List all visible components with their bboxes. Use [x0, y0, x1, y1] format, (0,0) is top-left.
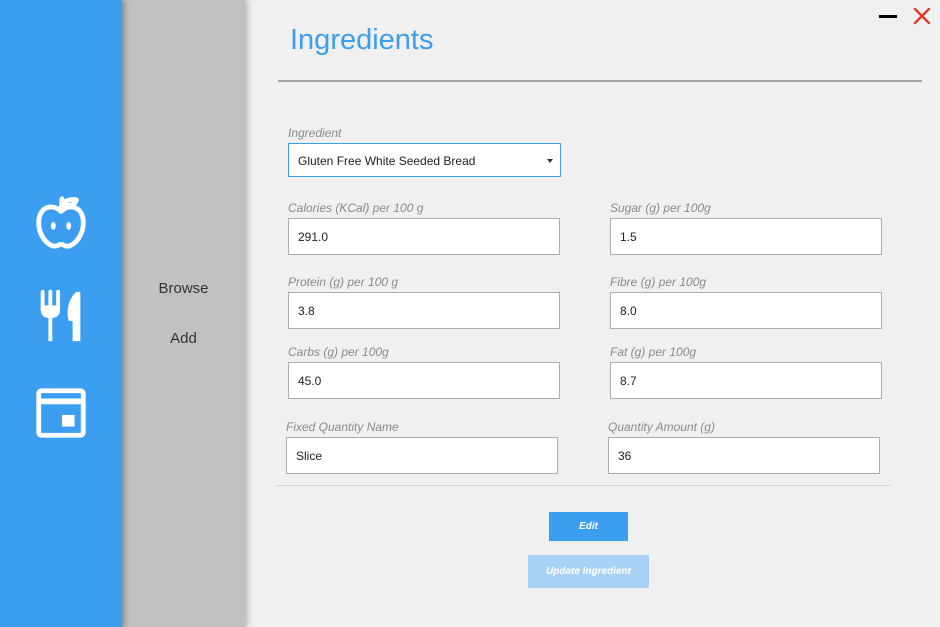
- calories-field[interactable]: [288, 218, 560, 255]
- quantity-amount-field[interactable]: [608, 437, 880, 474]
- minimize-icon: [879, 15, 897, 18]
- fibre-field[interactable]: [610, 292, 882, 329]
- calendar-icon[interactable]: [32, 384, 90, 442]
- fixed-quantity-name-label: Fixed Quantity Name: [286, 420, 399, 434]
- fork-knife-icon[interactable]: [32, 288, 90, 346]
- calories-label: Calories (KCal) per 100 g: [288, 201, 424, 215]
- close-icon: [913, 7, 931, 25]
- edit-button[interactable]: Edit: [549, 512, 628, 541]
- form-divider: [276, 485, 890, 486]
- protein-label: Protein (g) per 100 g: [288, 275, 399, 289]
- update-ingredient-button[interactable]: Update Ingredient: [528, 555, 649, 588]
- ingredient-selected-value: Gluten Free White Seeded Bread: [298, 154, 476, 168]
- title-divider: [278, 80, 922, 82]
- fat-label: Fat (g) per 100g: [610, 345, 697, 359]
- carbs-label: Carbs (g) per 100g: [288, 345, 389, 359]
- quantity-amount-label: Quantity Amount (g): [608, 420, 715, 434]
- sugar-label: Sugar (g) per 100g: [610, 201, 711, 215]
- close-button[interactable]: [913, 7, 931, 25]
- subnav-item-browse[interactable]: Browse: [122, 280, 245, 297]
- ingredient-dropdown[interactable]: Gluten Free White Seeded Bread: [288, 143, 561, 177]
- ingredient-label: Ingredient: [288, 126, 342, 140]
- subnav-item-add[interactable]: Add: [122, 330, 245, 347]
- ingredients-subnav: Browse Add: [122, 0, 245, 627]
- fat-field[interactable]: [610, 362, 882, 399]
- page-title: Ingredients: [290, 24, 434, 56]
- chevron-down-icon: [547, 159, 553, 163]
- sugar-field[interactable]: [610, 218, 882, 255]
- apple-icon[interactable]: [32, 194, 90, 252]
- main-nav-rail: [0, 0, 122, 627]
- minimize-button[interactable]: [878, 8, 898, 24]
- protein-field[interactable]: [288, 292, 560, 329]
- carbs-field[interactable]: [288, 362, 560, 399]
- fibre-label: Fibre (g) per 100g: [610, 275, 707, 289]
- fixed-quantity-name-field[interactable]: [286, 437, 558, 474]
